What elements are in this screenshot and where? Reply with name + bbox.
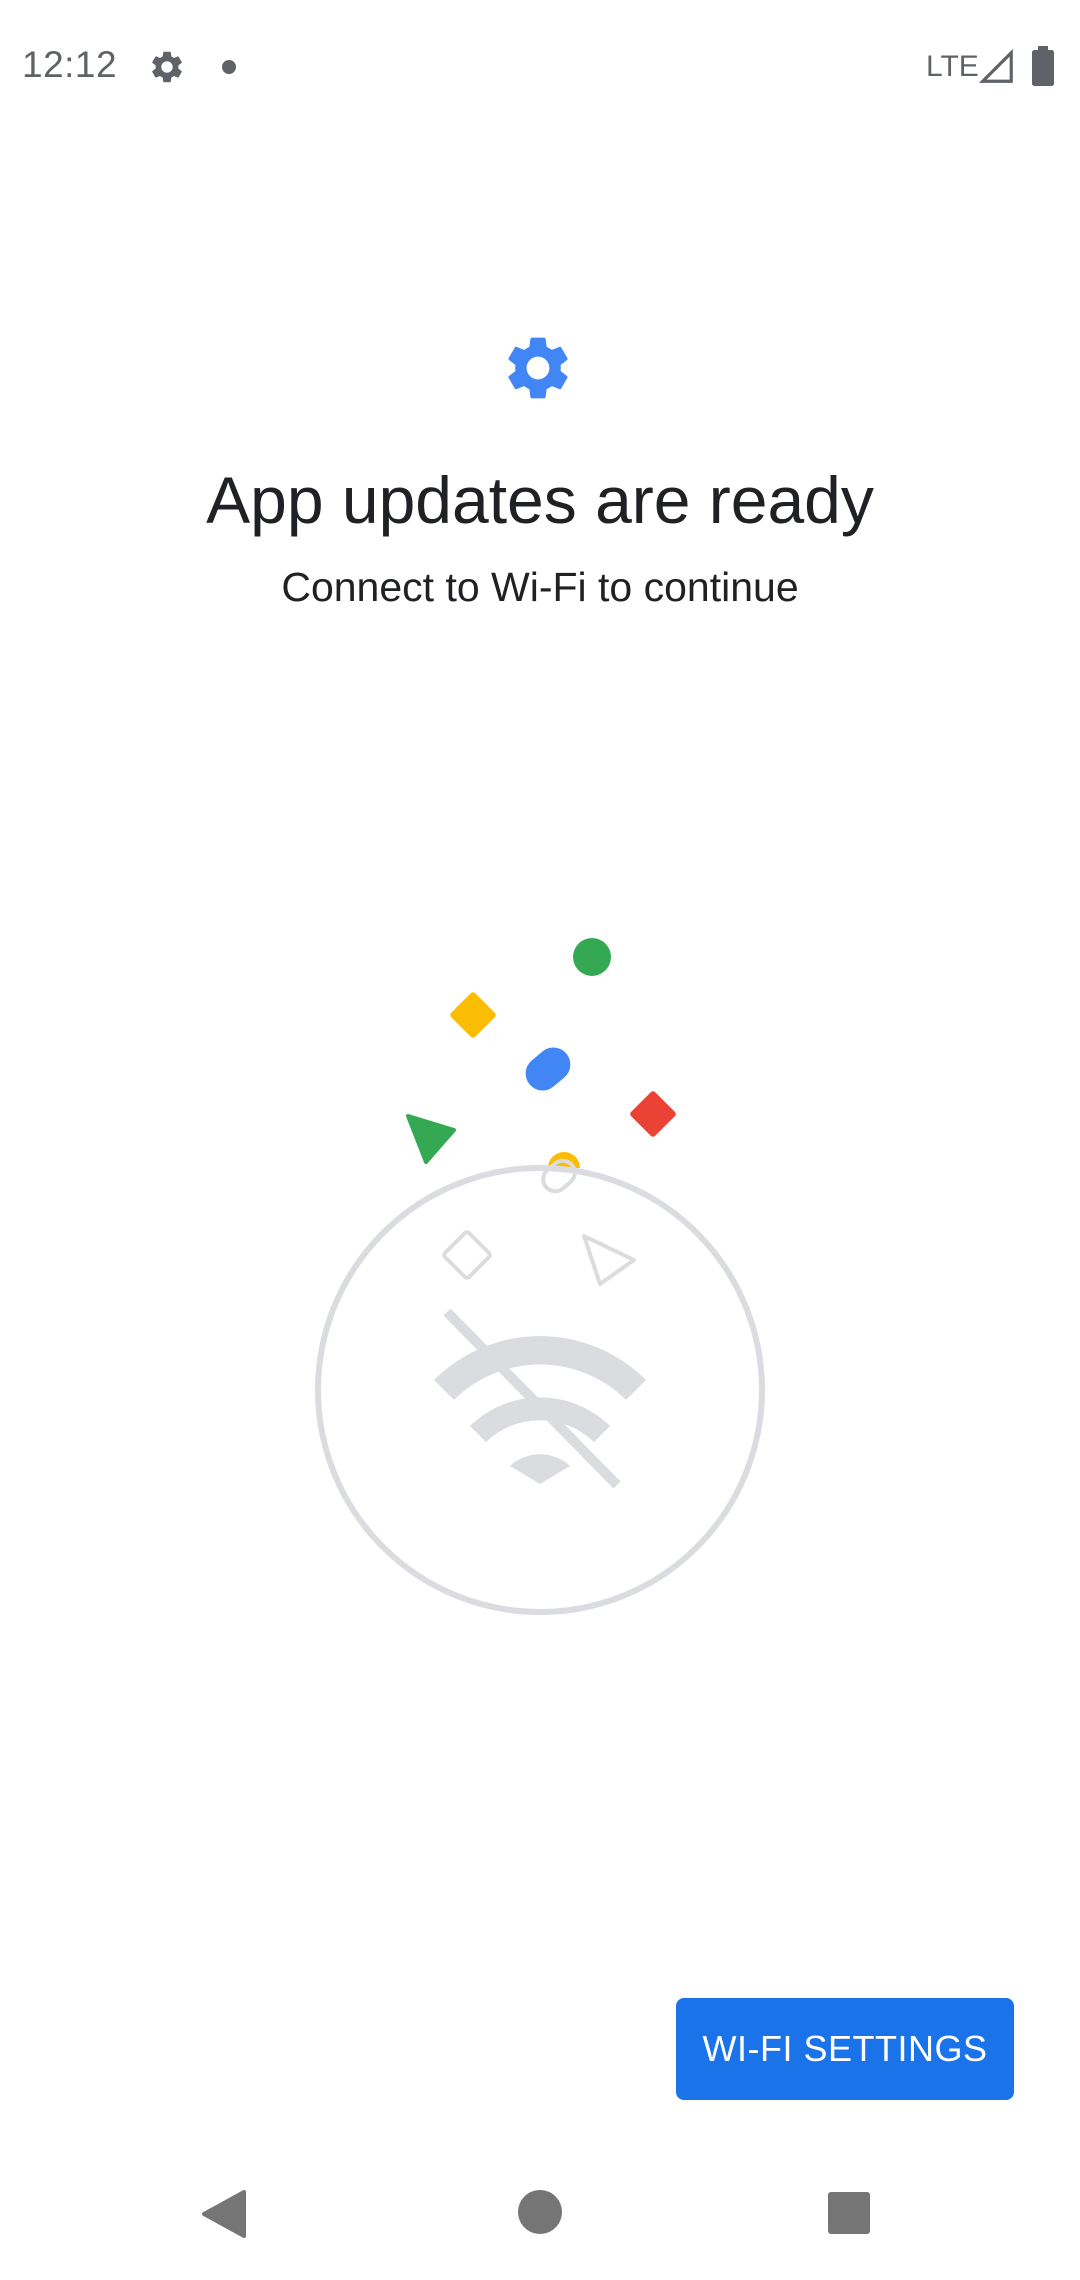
home-icon[interactable] [518, 2190, 562, 2234]
page-subtitle: Connect to Wi-Fi to continue [281, 564, 799, 610]
network-type-label: LTE [926, 50, 979, 83]
screen: 12:12 LTE App updates are ready Connect … [0, 0, 1080, 2280]
green-dot-shape [573, 938, 611, 976]
settings-gear-icon [152, 51, 182, 83]
wifi-off-illustration [315, 938, 765, 1615]
green-triangle-shape [406, 1114, 456, 1164]
battery-icon [1032, 46, 1054, 86]
back-icon[interactable] [200, 2188, 248, 2240]
illustration-circle [315, 1165, 765, 1615]
yellow-diamond-shape [450, 992, 496, 1038]
notification-dot-icon [222, 60, 236, 74]
recents-icon[interactable] [828, 2192, 870, 2234]
gear-icon [508, 337, 568, 399]
red-diamond-shape [630, 1091, 676, 1137]
wifi-settings-button[interactable]: WI-FI SETTINGS [676, 1998, 1014, 2100]
page-title: App updates are ready [206, 463, 874, 537]
navigation-bar [0, 2140, 1080, 2280]
signal-icon [978, 48, 1013, 83]
status-time: 12:12 [22, 44, 118, 85]
status-bar: 12:12 LTE [0, 0, 1080, 136]
outline-triangle-shape [582, 1234, 636, 1286]
outline-diamond-shape [442, 1230, 492, 1280]
blue-pill-shape [525, 1047, 571, 1091]
